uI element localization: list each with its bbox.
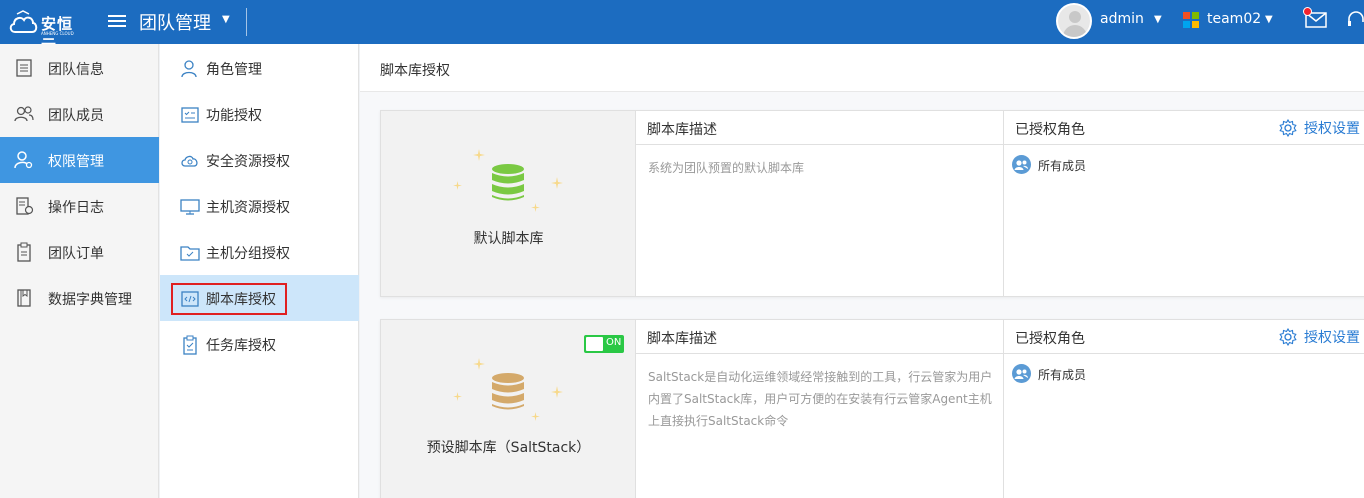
user-icon <box>181 60 197 78</box>
library-summary: ON 预设脚本库（SaltStack） <box>381 320 636 498</box>
toggle-knob <box>586 337 603 351</box>
auth-settings-label: 授权设置 <box>1304 330 1360 346</box>
avatar[interactable] <box>1056 3 1092 39</box>
cloud-logo-icon <box>9 10 38 33</box>
toggle-label: ON <box>606 337 622 348</box>
folder-icon <box>180 246 200 261</box>
app-title[interactable]: 团队管理 <box>139 9 211 35</box>
nav-item-label: 团队成员 <box>48 108 104 124</box>
library-summary: 默认脚本库 <box>381 111 636 296</box>
notification-dot <box>1303 7 1312 16</box>
sparkle-icon <box>531 203 540 212</box>
page-title: 脚本库授权 <box>380 63 450 79</box>
sparkle-icon <box>551 386 563 398</box>
role-label: 所有成员 <box>1038 159 1087 173</box>
top-bar: 安恒云 ANHENG CLOUD 团队管理 ▼ admin ▼ team02 ▼ <box>0 0 1364 54</box>
monitor-icon <box>180 199 200 215</box>
auth-settings-label: 授权设置 <box>1304 121 1360 137</box>
cloud-icon <box>181 155 198 167</box>
column-header-label: 已授权角色 <box>1015 122 1085 138</box>
column-header-label: 脚本库描述 <box>647 331 717 347</box>
column-header: 脚本库描述 <box>636 320 1003 354</box>
database-icon <box>492 373 524 410</box>
subnav-item-label: 功能授权 <box>206 108 262 124</box>
user-group-icon <box>1012 155 1031 174</box>
column-header-label: 脚本库描述 <box>647 122 717 138</box>
subnav-item-host-resource-auth[interactable]: 主机资源授权 <box>160 183 359 229</box>
sparkle-icon <box>531 412 540 421</box>
main-content: 脚本库授权 默认脚本库 脚本库描述 系统为团队预置的默认脚本库 已授权角色 授权… <box>360 44 1364 498</box>
sparkle-icon <box>473 358 485 370</box>
nav-item-label: 团队订单 <box>48 246 104 262</box>
roles-column: 已授权角色 授权设置 所有成员 <box>1004 111 1364 296</box>
nav-item-label: 团队信息 <box>48 62 104 78</box>
description-column: 脚本库描述 SaltStack是自动化运维领域经常接触到的工具，行云管家为用户内… <box>636 320 1004 498</box>
sparkle-icon <box>453 181 462 190</box>
sparkle-icon <box>473 149 485 161</box>
nav-item-label: 权限管理 <box>48 154 104 170</box>
subnav-item-label: 主机分组授权 <box>206 246 290 262</box>
chevron-down-icon[interactable]: ▼ <box>1265 14 1273 25</box>
script-library-card: ON 预设脚本库（SaltStack） 脚本库描述 SaltStack是自动化运… <box>380 319 1364 498</box>
roles-column: 已授权角色 授权设置 所有成员 <box>1004 320 1364 498</box>
task-icon <box>183 335 197 355</box>
user-key-icon <box>14 151 33 169</box>
subnav-item-label: 任务库授权 <box>206 338 276 354</box>
nav-item-operation-log[interactable]: 操作日志 <box>0 183 159 229</box>
user-group-icon <box>1012 364 1031 383</box>
enable-toggle[interactable]: ON <box>584 335 624 353</box>
code-icon <box>181 291 199 307</box>
log-icon <box>16 197 34 215</box>
subnav-item-label: 脚本库授权 <box>206 292 276 308</box>
book-icon <box>17 289 31 307</box>
logo-subtext: ANHENG CLOUD <box>41 31 74 36</box>
nav-item-permissions[interactable]: 权限管理 <box>0 137 159 183</box>
nav-item-team-info[interactable]: 团队信息 <box>0 45 159 91</box>
subnav-item-script-library-auth[interactable]: 脚本库授权 <box>160 275 359 321</box>
script-library-card: 默认脚本库 脚本库描述 系统为团队预置的默认脚本库 已授权角色 授权设置 所有成… <box>380 110 1364 297</box>
description-column: 脚本库描述 系统为团队预置的默认脚本库 <box>636 111 1004 296</box>
chevron-down-icon[interactable]: ▼ <box>1154 14 1162 25</box>
subnav-item-role-management[interactable]: 角色管理 <box>160 45 359 91</box>
user-name[interactable]: admin <box>1100 11 1144 27</box>
nav-item-team-orders[interactable]: 团队订单 <box>0 229 159 275</box>
team-icon <box>1183 12 1199 28</box>
headset-icon[interactable] <box>1346 10 1364 30</box>
left-nav: 团队信息 团队成员 权限管理 操作日志 团队订单 数据字典管理 <box>0 44 159 498</box>
sparkle-icon <box>453 392 462 401</box>
clipboard-icon <box>17 242 31 262</box>
role-label: 所有成员 <box>1038 368 1087 382</box>
chevron-down-icon[interactable]: ▼ <box>222 14 230 25</box>
library-description: SaltStack是自动化运维领域经常接触到的工具，行云管家为用户内置了Salt… <box>648 370 993 428</box>
hamburger-menu-icon[interactable] <box>108 12 126 30</box>
library-name: 默认脚本库 <box>473 231 544 247</box>
library-description: 系统为团队预置的默认脚本库 <box>648 161 805 175</box>
nav-item-label: 数据字典管理 <box>48 292 132 308</box>
database-icon <box>492 164 524 201</box>
column-header-label: 已授权角色 <box>1015 331 1085 347</box>
library-name: 预设脚本库（SaltStack） <box>426 440 591 456</box>
gear-icon <box>1279 328 1297 346</box>
subnav-item-label: 主机资源授权 <box>206 200 290 216</box>
anheng-cloud-logo[interactable]: 安恒云 ANHENG CLOUD <box>8 6 88 54</box>
nav-item-team-members[interactable]: 团队成员 <box>0 91 159 137</box>
subnav-item-host-group-auth[interactable]: 主机分组授权 <box>160 229 359 275</box>
users-icon <box>14 106 34 122</box>
gear-icon <box>1279 119 1297 137</box>
document-icon <box>16 59 32 77</box>
nav-item-data-dictionary[interactable]: 数据字典管理 <box>0 275 159 321</box>
subnav-item-label: 角色管理 <box>206 62 262 78</box>
team-switcher[interactable]: team02 <box>1207 11 1261 27</box>
subnav-item-function-auth[interactable]: 功能授权 <box>160 91 359 137</box>
checklist-icon <box>181 107 199 123</box>
subnav-item-task-library-auth[interactable]: 任务库授权 <box>160 321 359 367</box>
divider <box>246 8 247 36</box>
sub-nav: 角色管理 功能授权 安全资源授权 主机资源授权 主机分组授权 脚本库授权 任务库… <box>160 44 359 498</box>
nav-item-label: 操作日志 <box>48 200 104 216</box>
column-header: 脚本库描述 <box>636 111 1003 145</box>
sparkle-icon <box>551 177 563 189</box>
subnav-item-security-resource-auth[interactable]: 安全资源授权 <box>160 137 359 183</box>
subnav-item-label: 安全资源授权 <box>206 154 290 170</box>
